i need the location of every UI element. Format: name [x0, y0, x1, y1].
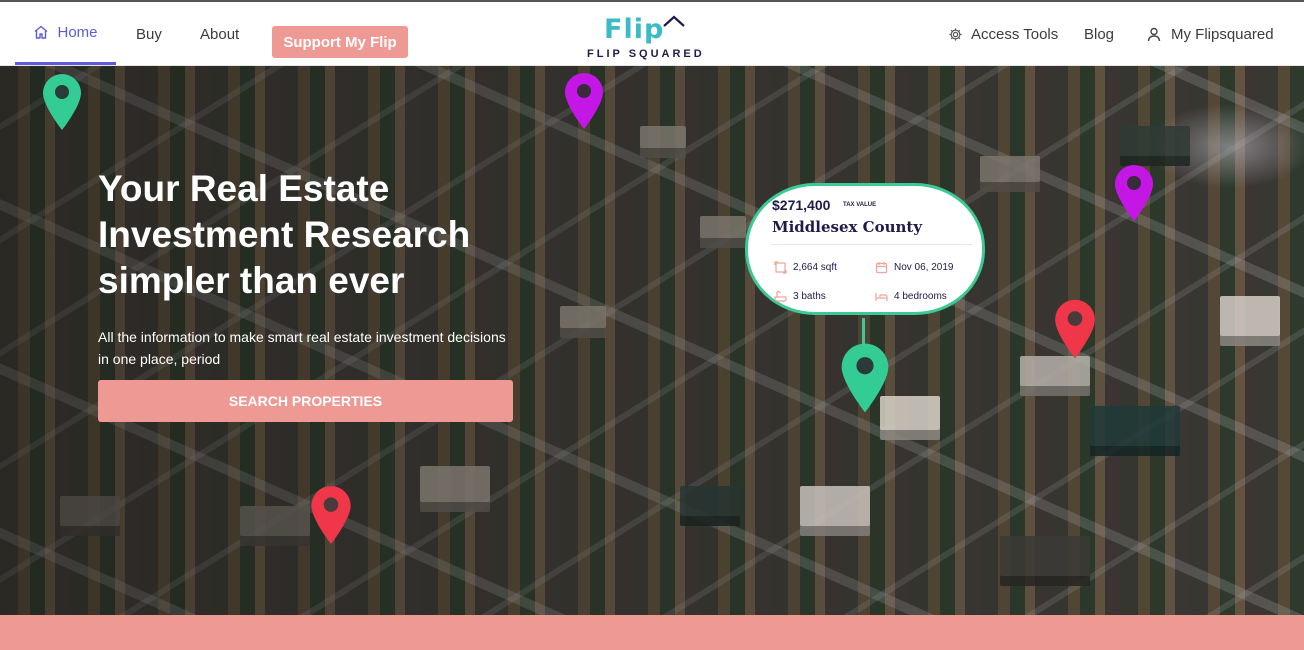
logo-subtitle: FLIP SQUARED	[587, 48, 705, 60]
baths-value: 3 baths	[793, 291, 826, 302]
bedrooms-stat: 4 bedrooms	[875, 290, 947, 303]
house-roof	[420, 466, 490, 512]
bed-icon	[875, 293, 888, 301]
bedrooms-value: 4 bedrooms	[894, 291, 947, 302]
map-pin-icon	[1115, 165, 1153, 221]
sqft-stat: 2,664 sqft	[774, 261, 837, 274]
map-pin-icon	[565, 73, 603, 129]
flip-squared-logo[interactable]: Flip FLIP SQUARED	[582, 10, 708, 64]
nav-access-tools[interactable]: Access Tools	[948, 2, 1058, 66]
section-divider-band	[0, 615, 1304, 650]
top-navigation: Home Buy About Support My Flip Flip FLIP…	[0, 0, 1304, 66]
baths-stat: 3 baths	[774, 290, 826, 303]
map-pin-icon	[311, 486, 351, 544]
map-pin-icon	[43, 74, 81, 130]
area-icon	[774, 261, 787, 274]
hero-title: Your Real Estate Investment Research sim…	[98, 168, 471, 301]
card-divider	[770, 244, 972, 245]
nav-access-tools-label: Access Tools	[971, 25, 1059, 43]
home-icon	[35, 25, 48, 39]
nav-home-label: Home	[57, 23, 98, 41]
property-info-card[interactable]: $271,400 TAX VALUE Middlesex County 2,66…	[745, 183, 985, 315]
map-pin-icon	[841, 343, 889, 413]
house-roof	[980, 156, 1040, 192]
nav-about[interactable]: About	[200, 2, 239, 66]
tax-value: $271,400	[772, 197, 831, 213]
search-properties-button[interactable]: SEARCH PROPERTIES	[98, 380, 513, 422]
bathtub-icon	[774, 290, 787, 302]
nav-my-flipsquared[interactable]: My Flipsquared	[1147, 2, 1274, 66]
card-connector	[862, 318, 865, 346]
sqft-value: 2,664 sqft	[793, 262, 837, 273]
nav-my-flipsquared-label: My Flipsquared	[1171, 25, 1274, 43]
nav-buy[interactable]: Buy	[136, 2, 162, 66]
house-roof	[800, 486, 870, 536]
house-roof	[1090, 406, 1180, 456]
house-roof	[700, 216, 746, 248]
house-roof	[1020, 356, 1090, 396]
hero-content: Your Real Estate Investment Research sim…	[98, 166, 538, 422]
nav-home[interactable]: Home	[15, 2, 116, 65]
logo-roof-icon	[663, 15, 685, 27]
calendar-icon	[875, 262, 888, 274]
user-icon	[1147, 27, 1161, 41]
gear-icon	[949, 27, 962, 41]
house-roof	[60, 496, 120, 536]
nav-blog[interactable]: Blog	[1084, 2, 1114, 66]
hero-subtitle: All the information to make smart real e…	[98, 329, 506, 367]
tax-value-label: TAX VALUE	[843, 202, 877, 208]
house-roof	[240, 506, 310, 546]
house-roof	[640, 126, 686, 158]
date-value: Nov 06, 2019	[894, 262, 954, 273]
house-roof	[680, 486, 740, 526]
house-roof	[560, 306, 606, 338]
map-pin-icon	[1055, 299, 1095, 359]
county-name: Middlesex County	[772, 218, 923, 236]
house-roof	[1220, 296, 1280, 346]
support-my-flip-button[interactable]: Support My Flip	[272, 26, 408, 58]
house-roof	[1120, 126, 1190, 166]
logo-wordmark: Flip	[604, 14, 665, 45]
house-roof	[1000, 536, 1090, 586]
date-stat: Nov 06, 2019	[875, 261, 954, 274]
